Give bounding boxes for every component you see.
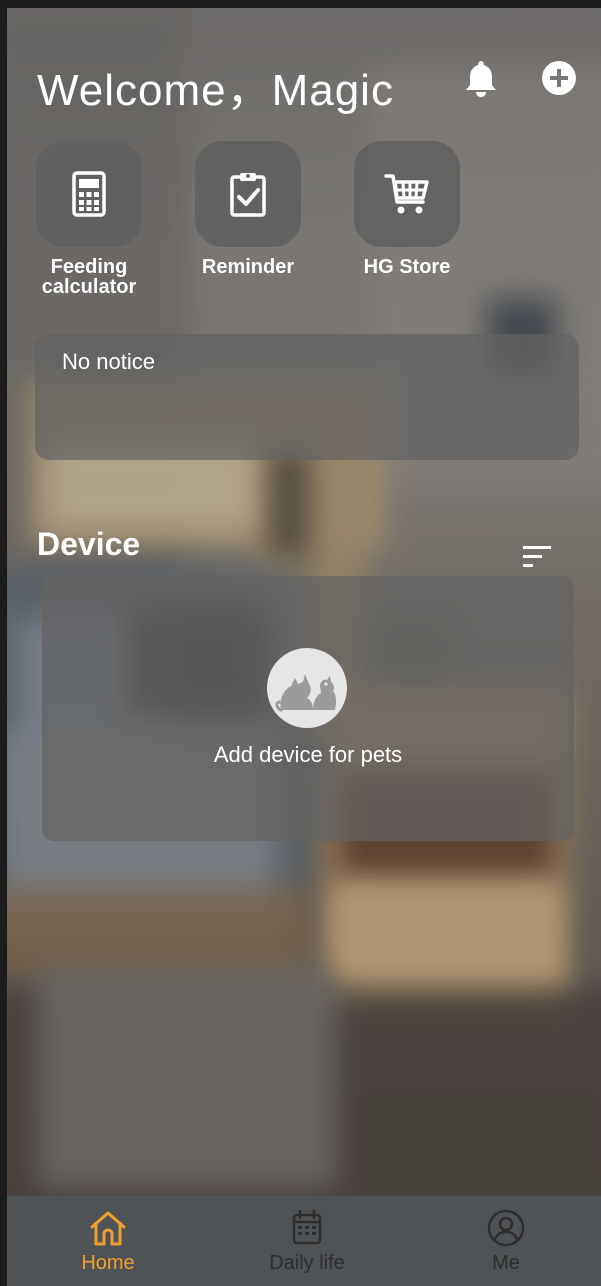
notice-card[interactable]: No notice: [35, 334, 579, 460]
screen-bezel-left: [0, 0, 7, 1286]
screen-bezel-top: [0, 0, 601, 8]
notifications-button[interactable]: [459, 56, 503, 100]
shortcut-tile[interactable]: [354, 141, 460, 247]
tab-label: Daily life: [269, 1252, 345, 1274]
clipboard-check-icon: [230, 173, 266, 217]
shopping-cart-icon: [384, 174, 429, 214]
sort-icon: [523, 546, 551, 567]
bottom-tab-bar: Home Daily life Me: [7, 1196, 601, 1286]
shortcut-feeding-calculator[interactable]: Feeding calculator: [29, 141, 149, 297]
shortcut-label: HG Store: [363, 256, 451, 278]
user-icon: [487, 1209, 525, 1247]
calendar-icon: [292, 1209, 322, 1245]
shortcut-label: Feeding calculator: [41, 256, 137, 298]
add-device-card[interactable]: Add device for pets: [42, 576, 574, 841]
tab-me[interactable]: Me: [436, 1196, 576, 1286]
app-screen: Welcome，Magic Feeding calculator Reminde…: [0, 0, 601, 1286]
device-section-title: Device: [37, 526, 141, 562]
shortcut-label: Reminder: [201, 256, 295, 278]
home-content: Welcome，Magic Feeding calculator Reminde…: [7, 8, 601, 1198]
tab-daily-life[interactable]: Daily life: [237, 1196, 377, 1286]
shortcut-reminder[interactable]: Reminder: [188, 141, 308, 277]
shortcut-tile[interactable]: [36, 141, 142, 247]
welcome-title: Welcome，Magic: [37, 66, 394, 115]
home-icon: [90, 1211, 126, 1246]
notice-text: No notice: [62, 349, 155, 374]
calculator-icon: [72, 171, 106, 217]
shortcut-hg-store[interactable]: HG Store: [347, 141, 467, 277]
plus-circle-icon: [542, 61, 576, 95]
add-device-text: Add device for pets: [213, 742, 403, 767]
tab-home[interactable]: Home: [38, 1196, 178, 1286]
sort-button[interactable]: [519, 541, 555, 571]
pets-avatar[interactable]: [267, 648, 347, 728]
shortcut-tile[interactable]: [195, 141, 301, 247]
tab-label: Me: [492, 1252, 520, 1274]
add-button[interactable]: [539, 58, 579, 98]
tab-label: Home: [81, 1252, 135, 1274]
bell-icon: [466, 61, 496, 97]
cat-dog-icon: [275, 674, 337, 712]
